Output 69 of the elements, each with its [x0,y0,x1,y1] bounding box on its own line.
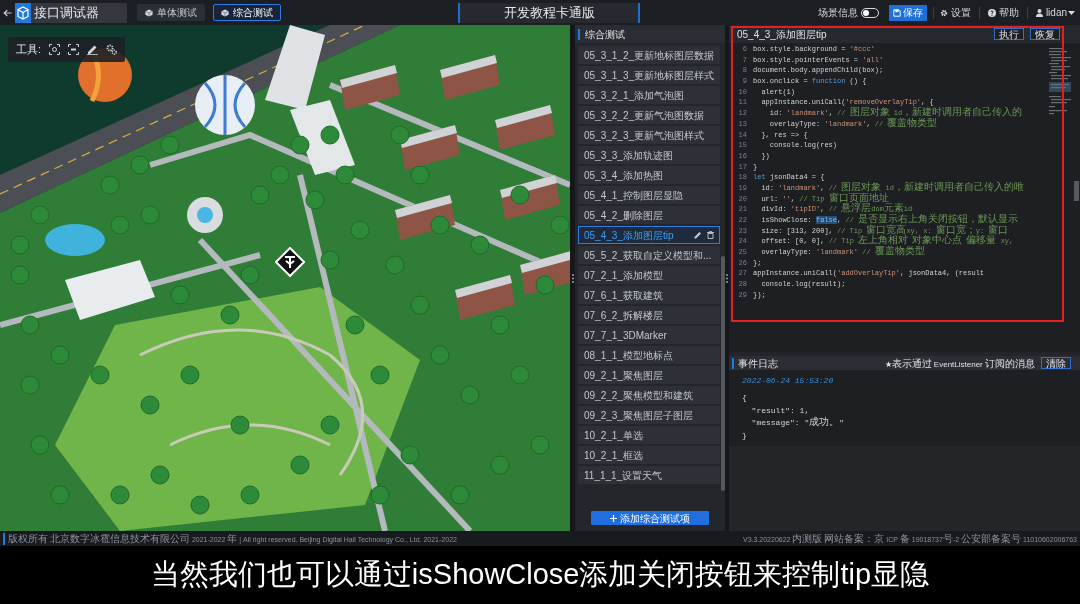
back-arrow-icon[interactable] [3,8,12,17]
event-log-hint: ★表示通过 EventListener 订阅的消息 [884,356,1035,371]
user-icon [1035,8,1043,17]
gear-icon [939,8,948,17]
save-icon [892,8,901,17]
help-icon [987,8,996,17]
test-item[interactable]: 10_2_1_框选 [578,446,721,464]
diamond-marker-icon [275,247,305,277]
edit-icon[interactable] [694,231,703,239]
test-item[interactable]: 07_2_1_添加模型 [578,266,721,284]
target-icon[interactable] [49,44,61,55]
panel-title: 综合测试 [578,28,625,40]
log-line: { [742,392,747,404]
test-item[interactable]: 05_5_2_获取自定义模型和... [578,246,721,264]
app-title: 接口调试器 [31,2,127,23]
add-test-button[interactable]: 添加综合测试项 [591,511,709,525]
code-minimap[interactable] [1048,46,1072,116]
execute-button[interactable]: 执行 [994,28,1024,40]
test-item[interactable]: 05_4_2_删除图层 [578,206,721,224]
test-item[interactable]: 05_3_4_添加热图 [578,166,721,184]
test-item[interactable]: 05_4_1_控制图层显隐 [578,186,721,204]
test-item[interactable]: 10_2_1_单选 [578,426,721,444]
test-item[interactable]: 09_2_1_聚焦图层 [578,366,721,384]
toggle-switch[interactable] [860,7,879,18]
settings-button[interactable]: 设置 [939,4,971,21]
test-item[interactable]: 05_3_2_2_更新气泡图数据 [578,106,721,124]
drag-handle-icon[interactable] [571,273,574,283]
cube-icon [145,8,153,17]
scrollbar-thumb[interactable] [1073,181,1079,201]
test-item[interactable]: 07_7_1_3DMarker [578,326,721,344]
toolbar-label: 工具: [16,42,42,58]
pencil-icon[interactable] [87,44,99,55]
scrollbar-thumb[interactable] [720,256,725,491]
help-button[interactable]: 帮助 [987,4,1019,21]
trash-icon[interactable] [707,231,715,239]
editor-title: 05_4_3_添加图层tip [737,27,827,42]
restore-button[interactable]: 恢复 [1030,28,1060,40]
test-item[interactable]: 09_2_2_聚焦模型和建筑 [578,386,721,404]
drag-handle-icon[interactable] [726,273,728,283]
test-item[interactable]: 11_1_1_设置天气 [578,466,721,484]
subtitle-text: 当然我们也可以通过isShowClose添加关闭按钮来控制tip显隐 [150,557,930,593]
test-item[interactable]: 05_3_2_1_添加气泡图 [578,86,721,104]
test-item[interactable]: 07_6_1_获取建筑 [578,286,721,304]
gears-icon[interactable] [106,44,118,55]
save-button[interactable]: 保存 [888,4,927,21]
caret-icon [1068,10,1075,15]
scene-info-label: 场景信息 [817,6,858,20]
event-log-title: 事件日志 [732,357,778,369]
test-item[interactable]: 05_3_1_3_更新地标图层样式 [578,66,721,84]
test-item[interactable]: 05_3_3_添加轨迹图 [578,146,721,164]
project-title: 开发教程卡通版 [458,2,641,23]
tab[interactable]: 单体测试 [137,4,205,21]
log-line: } [742,429,747,442]
plus-icon [610,514,617,522]
selection-frame-icon[interactable] [68,44,80,55]
log-timestamp: 2022-06-24 15:53:20 [742,375,834,387]
user-menu-button[interactable]: lidan [1045,4,1075,21]
test-item[interactable]: 05_4_3_添加图层tip [578,226,721,244]
log-line: "message": "成功。" [750,417,845,430]
cube-icon [221,8,229,17]
test-item[interactable]: 07_6_2_拆解楼层 [578,306,721,324]
tab[interactable]: 综合测试 [213,4,281,21]
clear-button[interactable]: 清除 [1041,357,1071,369]
logo-icon [15,2,31,23]
test-item[interactable]: 08_1_1_模型地标点 [578,346,721,364]
test-item[interactable]: 09_2_3_聚焦图层子图层 [578,406,721,424]
test-item[interactable]: 05_3_2_3_更新气泡图样式 [578,126,721,144]
log-line: "result": 1, [750,404,810,417]
test-item[interactable]: 05_3_1_2_更新地标图层数据 [578,46,721,64]
